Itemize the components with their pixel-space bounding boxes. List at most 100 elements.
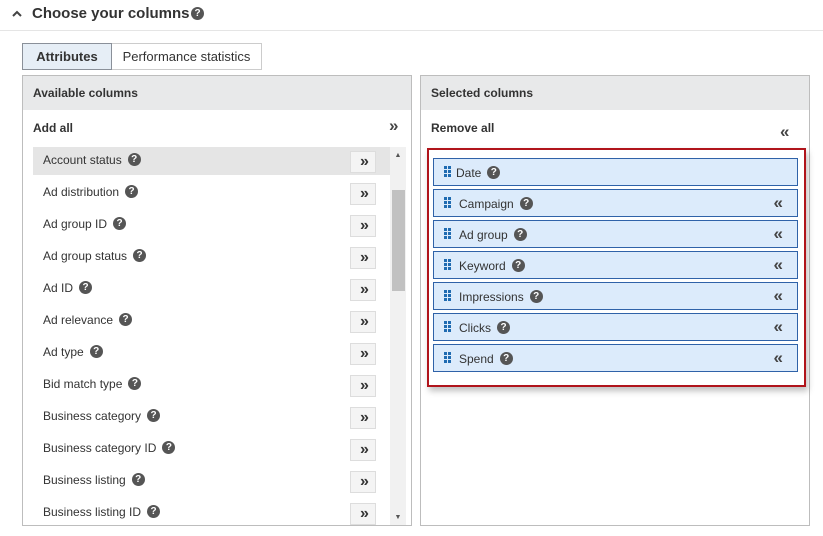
help-icon[interactable]: ? — [529, 290, 543, 304]
available-column-item[interactable]: Ad group ID? » — [33, 211, 404, 243]
add-column-button[interactable]: » — [350, 375, 376, 397]
selected-column-item[interactable]: Date? — [433, 158, 798, 186]
column-name: Impressions — [459, 290, 524, 304]
available-column-item[interactable]: Ad group status? » — [33, 243, 404, 275]
column-name: Ad group status — [43, 249, 128, 263]
available-column-item[interactable]: Bid match type? » — [33, 371, 404, 403]
section-header: Choose your columns ? — [0, 0, 823, 31]
available-column-item[interactable]: Ad relevance? » — [33, 307, 404, 339]
drag-handle-icon[interactable] — [444, 166, 451, 177]
double-chevron-left-icon[interactable]: « — [780, 122, 790, 142]
available-columns-panel: Available columns Add all » Account stat… — [22, 75, 412, 526]
tab-performance-statistics[interactable]: Performance statistics — [112, 43, 262, 70]
column-label: Business category ID? — [43, 441, 176, 455]
selected-column-item[interactable]: Clicks? « — [433, 313, 798, 341]
scrollbar[interactable]: ▲ ▼ — [390, 147, 406, 525]
column-name: Business listing ID — [43, 505, 142, 519]
drag-handle-icon[interactable] — [444, 352, 451, 363]
column-name: Spend — [459, 352, 494, 366]
chevron-up-icon[interactable] — [10, 7, 24, 21]
column-name: Ad relevance — [43, 313, 114, 327]
drag-handle-icon[interactable] — [444, 259, 451, 270]
add-column-button[interactable]: » — [350, 151, 376, 173]
scroll-down-arrow-icon[interactable]: ▼ — [390, 511, 406, 525]
add-column-button[interactable]: » — [350, 311, 376, 333]
column-name: Account status — [43, 153, 122, 167]
drag-handle-icon[interactable] — [444, 228, 451, 239]
help-icon[interactable]: ? — [119, 313, 133, 327]
remove-column-button[interactable]: « — [774, 255, 784, 275]
drag-handle-icon[interactable] — [444, 197, 451, 208]
available-column-item[interactable]: Ad distribution? » — [33, 179, 404, 211]
remove-column-button[interactable]: « — [774, 193, 784, 213]
available-column-item[interactable]: Business listing ID? » — [33, 499, 404, 525]
help-icon[interactable]: ? — [79, 281, 93, 295]
help-icon[interactable]: ? — [513, 228, 527, 242]
column-label: Campaign? — [459, 197, 533, 211]
remove-all-link[interactable]: Remove all — [431, 121, 494, 135]
help-icon[interactable]: ? — [147, 409, 161, 423]
selected-column-item[interactable]: Impressions? « — [433, 282, 798, 310]
help-icon[interactable]: ? — [113, 217, 127, 231]
add-column-button[interactable]: » — [350, 439, 376, 461]
available-column-item[interactable]: Account status? » — [33, 147, 404, 175]
drag-handle-icon[interactable] — [444, 321, 451, 332]
remove-column-button[interactable]: « — [774, 348, 784, 368]
add-all-row: Add all » — [23, 110, 411, 147]
help-icon[interactable]: ? — [128, 377, 142, 391]
help-icon[interactable]: ? — [499, 352, 513, 366]
help-icon[interactable]: ? — [191, 7, 204, 20]
add-column-button[interactable]: » — [350, 407, 376, 429]
double-chevron-right-icon[interactable]: » — [389, 116, 399, 136]
help-icon[interactable]: ? — [127, 153, 141, 167]
add-all-link[interactable]: Add all — [33, 121, 73, 135]
column-label: Ad group? — [459, 228, 527, 242]
available-column-item[interactable]: Ad ID? » — [33, 275, 404, 307]
remove-column-button[interactable]: « — [774, 224, 784, 244]
remove-column-button[interactable]: « — [774, 317, 784, 337]
scrollbar-thumb[interactable] — [392, 190, 405, 291]
tab-attributes[interactable]: Attributes — [22, 43, 112, 70]
help-icon[interactable]: ? — [511, 259, 525, 273]
help-icon[interactable]: ? — [131, 473, 145, 487]
add-column-button[interactable]: » — [350, 247, 376, 269]
help-icon[interactable]: ? — [487, 166, 501, 180]
scroll-up-arrow-icon[interactable]: ▲ — [390, 149, 406, 163]
column-label: Ad relevance? — [43, 313, 133, 327]
add-column-button[interactable]: » — [350, 503, 376, 525]
available-columns-list: Account status?» Ad distribution?» Ad grou… — [33, 147, 404, 525]
add-column-button[interactable]: » — [350, 471, 376, 493]
remove-column-button[interactable]: « — [774, 286, 784, 306]
help-icon[interactable]: ? — [89, 345, 103, 359]
column-name: Ad ID — [43, 281, 74, 295]
selected-column-item[interactable]: Ad group? « — [433, 220, 798, 248]
selected-column-item[interactable]: Spend? « — [433, 344, 798, 372]
help-icon[interactable]: ? — [497, 321, 510, 335]
column-name: Ad group ID — [43, 217, 108, 231]
available-column-item[interactable]: Business category? » — [33, 403, 404, 435]
add-column-button[interactable]: » — [350, 215, 376, 237]
help-icon[interactable]: ? — [125, 185, 139, 199]
help-icon[interactable]: ? — [519, 197, 533, 211]
selected-columns-list: Date? Campaign? «Ad group? «Keyword? «Impres… — [427, 148, 806, 387]
drag-handle-icon[interactable] — [444, 290, 451, 301]
selected-column-item[interactable]: Campaign? « — [433, 189, 798, 217]
add-column-button[interactable]: » — [350, 343, 376, 365]
column-label: Impressions? — [459, 290, 543, 304]
help-icon[interactable]: ? — [133, 249, 147, 263]
selected-column-item[interactable]: Keyword? « — [433, 251, 798, 279]
help-icon[interactable]: ? — [162, 441, 176, 455]
help-icon[interactable]: ? — [147, 505, 161, 519]
add-column-button[interactable]: » — [350, 183, 376, 205]
column-label: Keyword? — [459, 259, 525, 273]
available-column-item[interactable]: Business category ID? » — [33, 435, 404, 467]
column-label: Business listing? — [43, 473, 145, 487]
column-name: Business category — [43, 409, 142, 423]
column-name: Ad distribution — [43, 185, 120, 199]
available-column-item[interactable]: Business listing? » — [33, 467, 404, 499]
column-label: Bid match type? — [43, 377, 142, 391]
column-label: Spend? — [459, 352, 513, 366]
add-column-button[interactable]: » — [350, 279, 376, 301]
column-name: Clicks — [459, 321, 491, 335]
available-column-item[interactable]: Ad type? » — [33, 339, 404, 371]
